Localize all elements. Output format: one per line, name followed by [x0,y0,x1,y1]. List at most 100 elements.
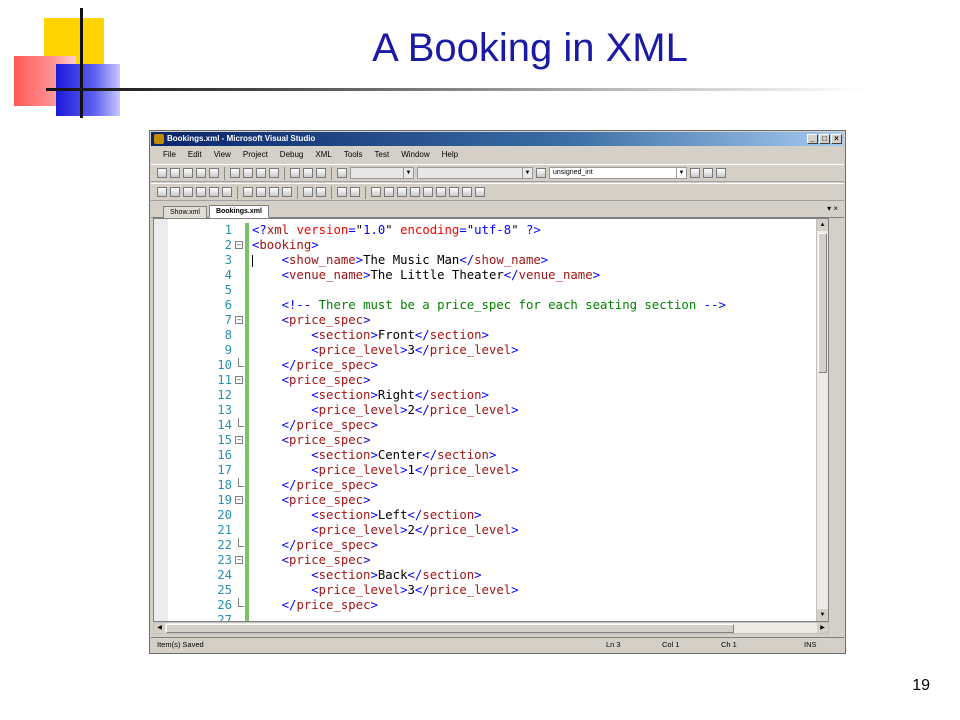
collapse-icon[interactable]: − [235,556,243,564]
menu-window[interactable]: Window [395,148,435,162]
find-in-files-icon[interactable] [536,168,546,178]
collapse-icon[interactable]: − [235,316,243,324]
code-line[interactable]: 6 <!-- There must be a price_spec for ea… [170,298,828,313]
decrease-indent-icon[interactable] [303,187,313,197]
solution-configuration-dropdown[interactable]: ▼ [350,167,414,179]
code-line[interactable]: 24 <section>Back</section> [170,568,828,583]
run-icon[interactable] [209,187,219,197]
scroll-left-arrow-icon[interactable]: ◀ [154,623,165,633]
previous-bookmark-document-icon[interactable] [436,187,446,197]
vertical-scrollbar[interactable]: ▲ ▼ [816,219,828,621]
menu-project[interactable]: Project [237,148,274,162]
code-line[interactable]: 4 <venue_name>The Little Theater</venue_… [170,268,828,283]
code-editor[interactable]: 1 <?xml version="1.0" encoding="utf-8" ?>… [153,218,829,622]
scroll-down-arrow-icon[interactable]: ▼ [817,609,828,621]
next-bookmark-icon[interactable] [397,187,407,197]
collapse-icon[interactable]: − [235,496,243,504]
code-line[interactable]: 21 <price_level>2</price_level> [170,523,828,538]
next-bookmark-folder-icon[interactable] [423,187,433,197]
code-line[interactable]: 23− <price_spec> [170,553,828,568]
code-line[interactable]: 3 <show_name>The Music Man</show_name> [170,253,828,268]
code-line[interactable]: 13 <price_level>2</price_level> [170,403,828,418]
code-line[interactable]: 17 <price_level>1</price_level> [170,463,828,478]
uncomment-icon[interactable] [350,187,360,197]
open-file-icon[interactable] [183,168,193,178]
code-line[interactable]: 27 [170,613,828,621]
code-line[interactable]: 19− <price_spec> [170,493,828,508]
code-line[interactable]: 14 </price_spec> [170,418,828,433]
tab-show-xml[interactable]: Show.xml [163,206,207,218]
vertical-scroll-thumb[interactable] [818,233,827,373]
previous-bookmark-folder-icon[interactable] [410,187,420,197]
menu-edit[interactable]: Edit [182,148,208,162]
paste-icon[interactable] [256,168,266,178]
complete-word-icon[interactable] [282,187,292,197]
code-line[interactable]: 11− <price_spec> [170,373,828,388]
window-titlebar[interactable]: Bookings.xml - Microsoft Visual Studio _… [151,132,844,146]
increase-indent-icon[interactable] [316,187,326,197]
code-line[interactable]: 18 </price_spec> [170,478,828,493]
collapse-icon[interactable]: − [235,436,243,444]
find-combo[interactable]: unsigned_int ▼ [549,167,687,179]
next-bookmark-document-icon[interactable] [449,187,459,197]
code-line[interactable]: 9 <price_level>3</price_level> [170,343,828,358]
add-item-icon[interactable] [170,168,180,178]
start-debugging-icon[interactable] [337,168,347,178]
cut-icon[interactable] [230,168,240,178]
properties-icon[interactable] [716,168,726,178]
menu-view[interactable]: View [208,148,237,162]
tab-controls[interactable]: ▾ × [827,204,838,213]
code-line[interactable]: 5 [170,283,828,298]
code-line[interactable]: 12 <section>Right</section> [170,388,828,403]
xslt-icon[interactable] [170,187,180,197]
stop-icon[interactable] [222,187,232,197]
schema-icon[interactable] [157,187,167,197]
copy-icon[interactable] [243,168,253,178]
toolbar-options-icon[interactable] [475,187,485,197]
show-xslt-output-icon[interactable] [183,187,193,197]
redo-icon[interactable] [303,168,313,178]
toggle-bookmark-icon[interactable] [371,187,381,197]
code-line[interactable]: 10 </price_spec> [170,358,828,373]
tab-bookings-xml[interactable]: Bookings.xml [209,205,269,218]
solution-explorer-icon[interactable] [703,168,713,178]
code-line[interactable]: 2− <booking> [170,238,828,253]
list-members-icon[interactable] [243,187,253,197]
new-project-icon[interactable] [157,168,167,178]
quick-info-icon[interactable] [269,187,279,197]
undo-icon[interactable] [290,168,300,178]
horizontal-scrollbar[interactable]: ◀ ▶ [153,622,829,634]
code-line[interactable]: 22 </price_spec> [170,538,828,553]
code-line[interactable]: 1 <?xml version="1.0" encoding="utf-8" ?> [170,223,828,238]
menu-xml[interactable]: XML [309,148,337,162]
solution-platform-dropdown[interactable]: ▼ [417,167,533,179]
save-all-icon[interactable] [209,168,219,178]
menu-debug[interactable]: Debug [274,148,310,162]
delete-icon[interactable] [269,168,279,178]
find-icon[interactable] [690,168,700,178]
code-line[interactable]: 20 <section>Left</section> [170,508,828,523]
scroll-up-arrow-icon[interactable]: ▲ [817,219,828,231]
code-line[interactable]: 26 </price_spec> [170,598,828,613]
menu-tools[interactable]: Tools [338,148,369,162]
scroll-right-arrow-icon[interactable]: ▶ [817,623,828,633]
menu-test[interactable]: Test [369,148,396,162]
menu-help[interactable]: Help [436,148,464,162]
save-icon[interactable] [196,168,206,178]
code-line[interactable]: 16 <section>Center</section> [170,448,828,463]
previous-bookmark-icon[interactable] [384,187,394,197]
comment-icon[interactable] [337,187,347,197]
close-button[interactable]: × [831,134,842,144]
parameter-info-icon[interactable] [256,187,266,197]
horizontal-scroll-thumb[interactable] [166,624,734,633]
clear-bookmarks-icon[interactable] [462,187,472,197]
navigate-icon[interactable] [316,168,326,178]
collapse-icon[interactable]: − [235,241,243,249]
collapse-icon[interactable]: − [235,376,243,384]
minimize-button[interactable]: _ [807,134,818,144]
code-line[interactable]: 7− <price_spec> [170,313,828,328]
code-line[interactable]: 15− <price_spec> [170,433,828,448]
maximize-button[interactable]: □ [819,134,830,144]
code-line[interactable]: 25 <price_level>3</price_level> [170,583,828,598]
code-line[interactable]: 8 <section>Front</section> [170,328,828,343]
